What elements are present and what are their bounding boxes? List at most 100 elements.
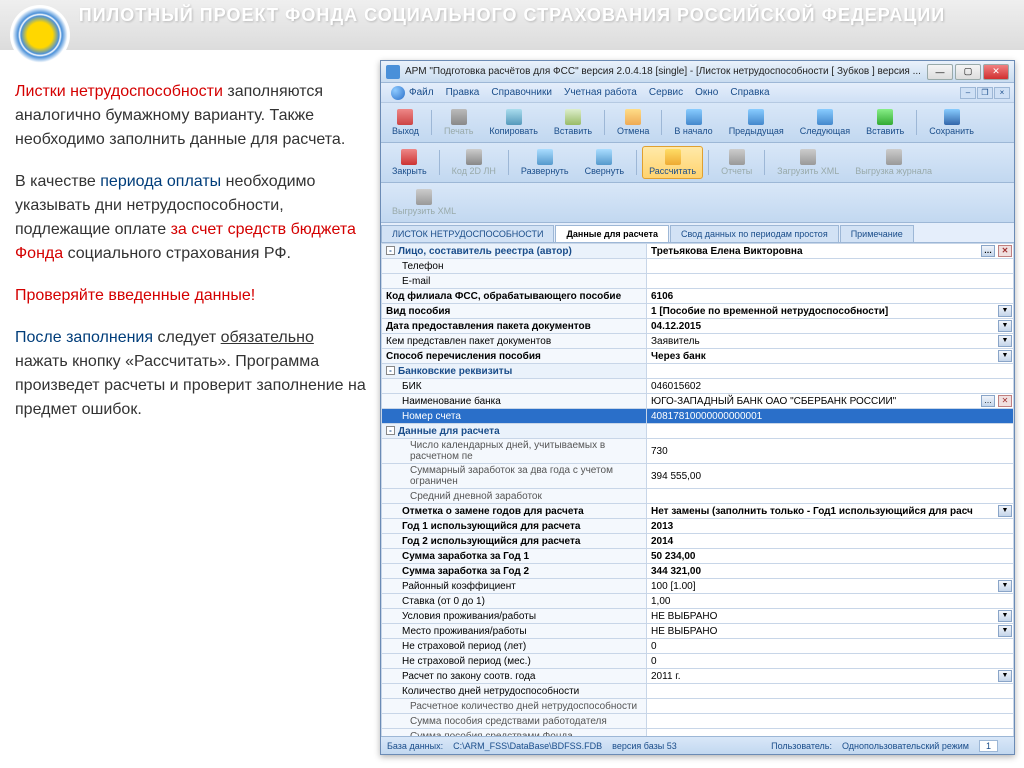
title-bar[interactable]: АРМ "Подготовка расчётов для ФСС" версия…	[381, 61, 1014, 83]
property-value[interactable]	[647, 424, 1014, 439]
property-row[interactable]: Год 2 использующийся для расчета2014	[382, 534, 1014, 549]
menu-refs[interactable]: Справочники	[491, 87, 552, 98]
property-value[interactable]: 394 555,00	[647, 464, 1014, 489]
ellipsis-button[interactable]: …	[981, 395, 995, 407]
property-row[interactable]: Суммарный заработок за два года с учетом…	[382, 464, 1014, 489]
property-value[interactable]: ЮГО-ЗАПАДНЫЙ БАНК ОАО "СБЕРБАНК РОССИИ"……	[647, 394, 1014, 409]
menu-window[interactable]: Окно	[695, 87, 718, 98]
dropdown-icon[interactable]: ▼	[998, 580, 1012, 592]
toolbar-button[interactable]: Отмена	[610, 106, 656, 139]
property-value[interactable]	[647, 274, 1014, 289]
property-value[interactable]	[647, 729, 1014, 737]
property-row[interactable]: Не страховой период (мес.)0	[382, 654, 1014, 669]
toolbar-button[interactable]: Выход	[385, 106, 426, 139]
property-row[interactable]: Наименование банкаЮГО-ЗАПАДНЫЙ БАНК ОАО …	[382, 394, 1014, 409]
tree-toggle-icon[interactable]: -	[386, 246, 395, 255]
menu-edit[interactable]: Правка	[446, 87, 480, 98]
property-value[interactable]	[647, 259, 1014, 274]
property-value[interactable]: 2013	[647, 519, 1014, 534]
property-value[interactable]: НЕ ВЫБРАНО▼	[647, 609, 1014, 624]
property-row[interactable]: Число календарных дней, учитываемых в ра…	[382, 439, 1014, 464]
orb-icon[interactable]	[391, 86, 405, 100]
toolbar-button[interactable]: Развернуть	[514, 146, 576, 179]
dropdown-icon[interactable]: ▼	[998, 320, 1012, 332]
tab-sick-leave[interactable]: ЛИСТОК НЕТРУДОСПОСОБНОСТИ	[381, 225, 554, 242]
toolbar-button[interactable]: Вставить	[859, 106, 911, 139]
property-row[interactable]: Место проживания/работыНЕ ВЫБРАНО▼	[382, 624, 1014, 639]
mdi-restore-button[interactable]: ❐	[977, 87, 993, 99]
minimize-button[interactable]: —	[927, 64, 953, 80]
property-row[interactable]: Ставка (от 0 до 1)1,00	[382, 594, 1014, 609]
property-value[interactable]: 0	[647, 654, 1014, 669]
property-row[interactable]: Вид пособия1 [Пособие по временной нетру…	[382, 304, 1014, 319]
property-row[interactable]: БИК046015602	[382, 379, 1014, 394]
property-value[interactable]: 04.12.2015▼	[647, 319, 1014, 334]
toolbar-button[interactable]: Следующая	[793, 106, 857, 139]
property-value[interactable]: 0	[647, 639, 1014, 654]
property-row[interactable]: Отметка о замене годов для расчетаНет за…	[382, 504, 1014, 519]
tab-note[interactable]: Примечание	[840, 225, 914, 242]
property-value[interactable]: 100 [1.00]▼	[647, 579, 1014, 594]
property-value[interactable]: 344 321,00	[647, 564, 1014, 579]
property-row[interactable]: Код филиала ФСС, обрабатывающего пособие…	[382, 289, 1014, 304]
property-row[interactable]: Сумма пособия средствами Фонда	[382, 729, 1014, 737]
property-value[interactable]: 40817810000000000001	[647, 409, 1014, 424]
property-value[interactable]: Нет замены (заполнить только - Год1 испо…	[647, 504, 1014, 519]
property-row[interactable]: Сумма заработка за Год 2344 321,00	[382, 564, 1014, 579]
property-value[interactable]: 730	[647, 439, 1014, 464]
close-button[interactable]: ✕	[983, 64, 1009, 80]
menu-service[interactable]: Сервис	[649, 87, 683, 98]
tree-toggle-icon[interactable]: -	[386, 426, 395, 435]
property-value[interactable]: Через банк▼	[647, 349, 1014, 364]
property-row[interactable]: -Данные для расчета	[382, 424, 1014, 439]
property-row[interactable]: Дата предоставления пакета документов04.…	[382, 319, 1014, 334]
toolbar-button[interactable]: Закрыть	[385, 146, 434, 179]
property-row[interactable]: Телефон	[382, 259, 1014, 274]
property-row[interactable]: Количество дней нетрудоспособности	[382, 684, 1014, 699]
property-value[interactable]: 6106	[647, 289, 1014, 304]
property-value[interactable]: 50 234,00	[647, 549, 1014, 564]
dropdown-icon[interactable]: ▼	[998, 625, 1012, 637]
property-value[interactable]: Третьякова Елена Викторовна…✕	[647, 244, 1014, 259]
dropdown-icon[interactable]: ▼	[998, 335, 1012, 347]
property-row[interactable]: Сумма заработка за Год 150 234,00	[382, 549, 1014, 564]
property-value[interactable]: НЕ ВЫБРАНО▼	[647, 624, 1014, 639]
tree-toggle-icon[interactable]: -	[386, 366, 395, 375]
dropdown-icon[interactable]: ▼	[998, 505, 1012, 517]
property-value[interactable]	[647, 364, 1014, 379]
property-value[interactable]: 046015602	[647, 379, 1014, 394]
toolbar-button[interactable]: Копировать	[482, 106, 544, 139]
menu-file[interactable]: Файл	[409, 87, 434, 98]
dropdown-icon[interactable]: ▼	[998, 610, 1012, 622]
property-row[interactable]: -Банковские реквизиты	[382, 364, 1014, 379]
toolbar-button[interactable]: Предыдущая	[722, 106, 791, 139]
property-row[interactable]: Расчетное количество дней нетрудоспособн…	[382, 699, 1014, 714]
mdi-close-button[interactable]: ×	[994, 87, 1010, 99]
property-row[interactable]: Не страховой период (лет)0	[382, 639, 1014, 654]
toolbar-button[interactable]: Рассчитать	[642, 146, 703, 179]
menu-work[interactable]: Учетная работа	[564, 87, 637, 98]
dropdown-icon[interactable]: ▼	[998, 350, 1012, 362]
property-value[interactable]: Заявитель▼	[647, 334, 1014, 349]
property-value[interactable]: 1 [Пособие по временной нетрудоспособнос…	[647, 304, 1014, 319]
toolbar-button[interactable]: В начало	[667, 106, 719, 139]
property-row[interactable]: Районный коэффициент100 [1.00]▼	[382, 579, 1014, 594]
property-value[interactable]	[647, 714, 1014, 729]
clear-button[interactable]: ✕	[998, 245, 1012, 257]
mdi-minimize-button[interactable]: –	[960, 87, 976, 99]
property-row[interactable]: E-mail	[382, 274, 1014, 289]
property-value[interactable]	[647, 699, 1014, 714]
clear-button[interactable]: ✕	[998, 395, 1012, 407]
property-value[interactable]: 1,00	[647, 594, 1014, 609]
property-value[interactable]: 2011 г.▼	[647, 669, 1014, 684]
property-value[interactable]: 2014	[647, 534, 1014, 549]
property-row[interactable]: Средний дневной заработок	[382, 489, 1014, 504]
property-grid[interactable]: -Лицо, составитель реестра (автор)Третья…	[381, 243, 1014, 736]
tab-downtime[interactable]: Свод данных по периодам простоя	[670, 225, 839, 242]
property-row[interactable]: Год 1 использующийся для расчета2013	[382, 519, 1014, 534]
property-row[interactable]: Кем представлен пакет документовЗаявител…	[382, 334, 1014, 349]
property-row[interactable]: Условия проживания/работыНЕ ВЫБРАНО▼	[382, 609, 1014, 624]
tab-calc-data[interactable]: Данные для расчета	[555, 225, 668, 242]
property-row[interactable]: -Лицо, составитель реестра (автор)Третья…	[382, 244, 1014, 259]
ellipsis-button[interactable]: …	[981, 245, 995, 257]
